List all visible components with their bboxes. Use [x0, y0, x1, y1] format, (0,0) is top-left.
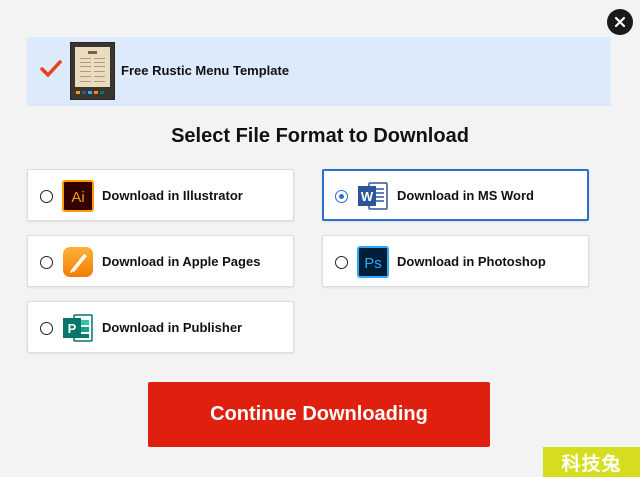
option-publisher[interactable]: P Download in Publisher	[27, 301, 294, 353]
radio-apple-pages[interactable]	[40, 256, 53, 269]
site-watermark: 科技兔	[543, 447, 640, 477]
svg-text:W: W	[361, 189, 374, 204]
option-photoshop[interactable]: Ps Download in Photoshop	[322, 235, 589, 287]
radio-photoshop[interactable]	[335, 256, 348, 269]
option-label-apple-pages: Download in Apple Pages	[102, 254, 261, 269]
close-button[interactable]	[607, 9, 633, 35]
option-apple-pages[interactable]: Download in Apple Pages	[27, 235, 294, 287]
dialog-heading: Select File Format to Download	[171, 125, 469, 147]
option-illustrator[interactable]: Ai Download in Illustrator	[27, 169, 294, 221]
selected-template-banner: Free Rustic Menu Template	[27, 37, 611, 106]
radio-ms-word[interactable]	[335, 190, 348, 203]
word-icon: W	[358, 182, 388, 210]
continue-downloading-button[interactable]: Continue Downloading	[148, 382, 490, 447]
option-label-photoshop: Download in Photoshop	[397, 254, 546, 269]
radio-publisher[interactable]	[40, 322, 53, 335]
pages-icon	[63, 247, 93, 277]
photoshop-icon: Ps	[357, 246, 389, 278]
option-label-illustrator: Download in Illustrator	[102, 188, 243, 203]
option-ms-word[interactable]: W Download in MS Word	[322, 169, 589, 221]
svg-text:Ai: Ai	[71, 189, 84, 206]
svg-text:Ps: Ps	[364, 255, 382, 272]
svg-text:P: P	[68, 321, 77, 336]
option-label-ms-word: Download in MS Word	[397, 188, 534, 203]
checkmark-icon	[40, 60, 62, 77]
radio-illustrator[interactable]	[40, 190, 53, 203]
close-icon	[614, 16, 626, 28]
template-thumbnail	[70, 42, 115, 100]
publisher-icon: P	[63, 314, 93, 342]
option-label-publisher: Download in Publisher	[102, 320, 243, 335]
template-name: Free Rustic Menu Template	[121, 63, 290, 78]
illustrator-icon: Ai	[62, 180, 94, 212]
